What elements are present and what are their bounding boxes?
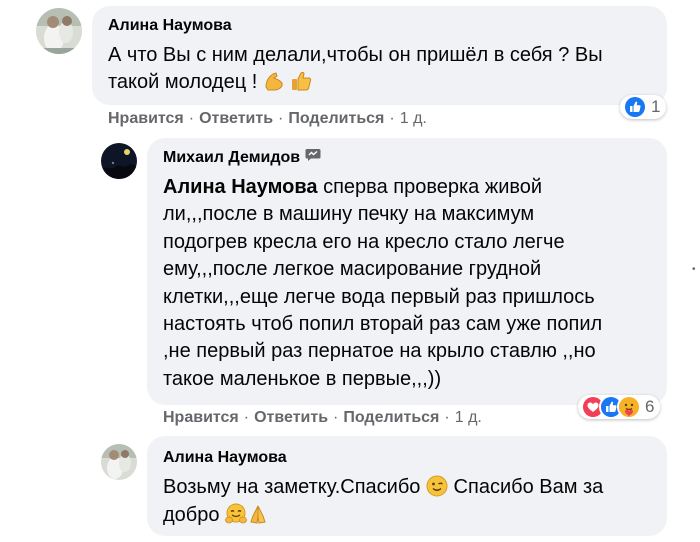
share-button[interactable]: Поделиться xyxy=(288,110,384,128)
separator: · xyxy=(389,110,395,127)
reaction-summary[interactable]: 1 xyxy=(620,95,667,119)
avatar[interactable] xyxy=(101,444,137,480)
share-button[interactable]: Поделиться xyxy=(343,409,439,427)
more-options-icon[interactable]: • xyxy=(692,265,696,275)
comments-thread: Алина Наумова А что Вы с ним делали,чтоб… xyxy=(0,0,700,542)
reply-button[interactable]: Ответить xyxy=(199,110,273,128)
reaction-summary[interactable]: 6 xyxy=(578,395,661,419)
like-button[interactable]: Нравится xyxy=(108,110,184,128)
comment-text: Алина Наумова сперва проверка живой ли,,… xyxy=(163,176,603,390)
comment-bubble: Алина Наумова А что Вы с ним делали,чтоб… xyxy=(92,6,667,105)
comment-bubble: Михаил Демидов Алина Наумова сперва пров… xyxy=(147,138,667,405)
comment-text: Возьму на заметку.Спасибо Спасибо Вам за… xyxy=(163,475,604,526)
comment-author[interactable]: Алина Наумова xyxy=(163,448,287,468)
comment-author[interactable]: Михаил Демидов xyxy=(163,148,321,168)
comment-actions: Нравится · Ответить · Поделиться · 1 д. xyxy=(108,110,427,128)
timestamp[interactable]: 1 д. xyxy=(400,110,427,128)
like-reaction-icon xyxy=(623,95,647,119)
separator: · xyxy=(243,409,250,426)
reaction-count: 1 xyxy=(651,97,661,116)
mention-link[interactable]: Алина Наумова xyxy=(163,176,318,198)
flexed-biceps-emoji xyxy=(263,70,285,92)
like-button[interactable]: Нравится xyxy=(163,409,239,427)
comment-bubble: Алина Наумова Возьму на заметку.Спасибо … xyxy=(147,436,667,536)
separator: · xyxy=(278,110,284,127)
reply-button[interactable]: Ответить xyxy=(254,409,328,427)
reaction-count: 6 xyxy=(645,397,655,416)
timestamp[interactable]: 1 д. xyxy=(455,409,482,427)
comment-text: А что Вы с ним делали,чтобы он пришёл в … xyxy=(108,44,603,93)
separator: · xyxy=(188,110,195,127)
thumbs-up-emoji xyxy=(290,70,312,92)
messenger-icon xyxy=(305,148,321,168)
comment-actions: Нравится · Ответить · Поделиться · 1 д. xyxy=(163,409,482,427)
folded-hands-emoji xyxy=(247,503,269,525)
avatar[interactable] xyxy=(36,8,82,54)
winking-face-emoji xyxy=(426,475,448,497)
care-reaction-icon xyxy=(617,395,641,419)
comment-author[interactable]: Алина Наумова xyxy=(108,16,232,36)
avatar[interactable] xyxy=(101,143,137,179)
separator: · xyxy=(333,409,339,426)
hugging-face-emoji xyxy=(225,503,247,525)
separator: · xyxy=(444,409,450,426)
